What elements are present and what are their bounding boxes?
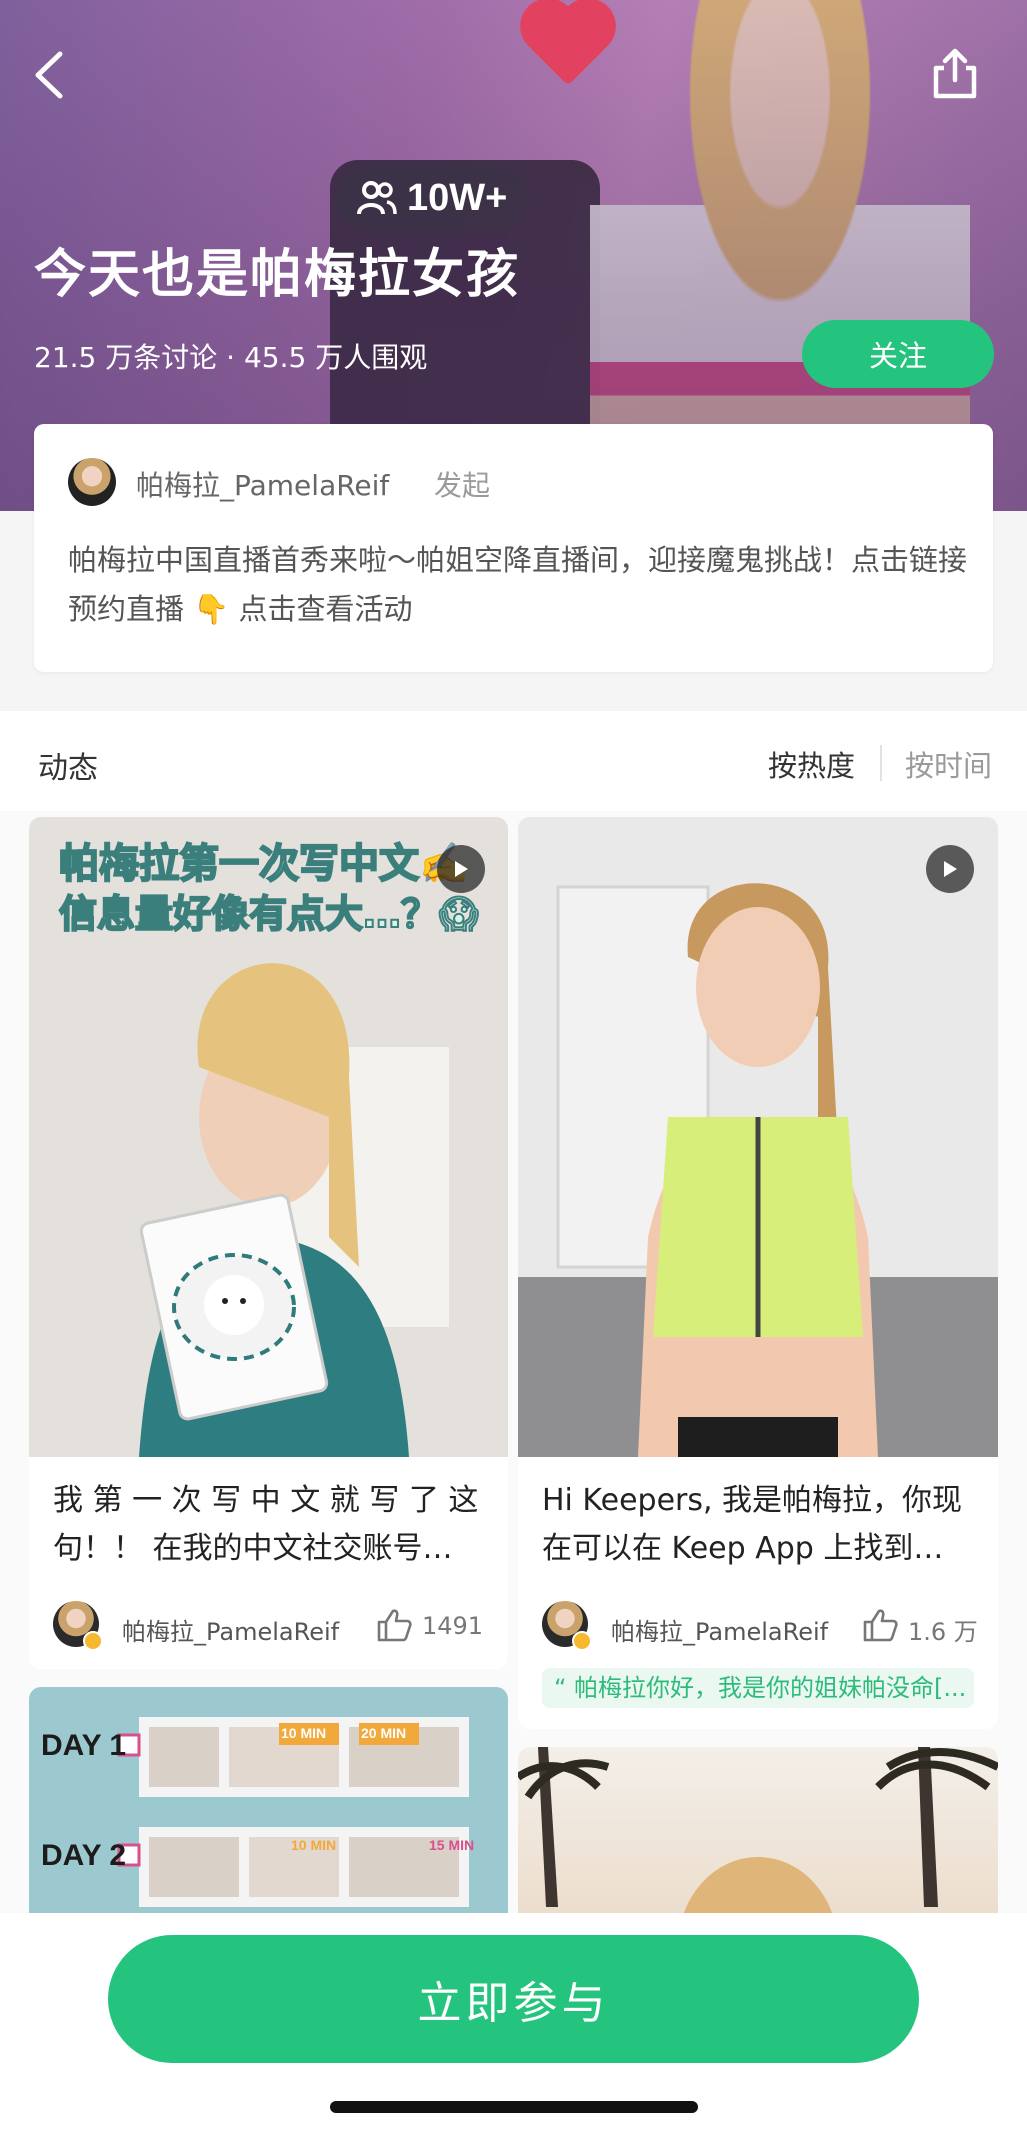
users-icon — [357, 181, 397, 215]
like-thumb-icon[interactable] — [376, 1608, 412, 1642]
avatar[interactable] — [542, 1601, 592, 1651]
post-author[interactable]: 帕梅拉_PamelaReif — [611, 1612, 828, 1647]
like-count: 1491 — [422, 1612, 484, 1640]
feed-card[interactable]: 帕梅拉第一次写中文✍️ 信息量好像有点大…？😱 我 第 一 次 写 中 文 就 … — [29, 817, 508, 1669]
feed-header: 动态 按热度 按时间 — [0, 711, 1027, 811]
top-comment-quote[interactable]: “ 帕梅拉你好，我是你的姐妹帕没命[... — [542, 1668, 974, 1708]
plan-duration-label: 15 MIN — [429, 1837, 475, 1853]
post-image-caption-line1: 帕梅拉第一次写中文✍️ — [58, 840, 470, 888]
follow-button[interactable]: 关注 — [802, 320, 994, 388]
play-icon — [437, 845, 485, 893]
sort-divider — [880, 745, 882, 781]
share-icon[interactable] — [930, 48, 980, 100]
post-title[interactable]: Hi Keepers, 我是帕梅拉，你现在可以在 Keep App 上找到… — [542, 1477, 982, 1573]
play-icon — [926, 845, 974, 893]
plan-duration-label: 10 MIN — [281, 1725, 327, 1741]
like-thumb-icon[interactable] — [862, 1608, 898, 1642]
verified-badge-icon — [83, 1631, 103, 1651]
topic-intro-card[interactable]: 帕梅拉_PamelaReif 发起 帕梅拉中国直播首秀来啦～帕姐空降直播间，迎接… — [34, 424, 993, 672]
heart-sticker-icon — [528, 6, 608, 86]
home-indicator — [330, 2101, 698, 2113]
hero-count-badge: 10W+ — [335, 165, 530, 231]
post-author[interactable]: 帕梅拉_PamelaReif — [122, 1612, 339, 1647]
back-arrow-icon[interactable] — [30, 50, 70, 100]
plan-duration-label: 20 MIN — [361, 1725, 407, 1741]
post-title[interactable]: 我 第 一 次 写 中 文 就 写 了 这 句！！ 在我的中文社交账号… — [53, 1477, 493, 1573]
avatar[interactable] — [53, 1601, 103, 1651]
feed-card[interactable]: Hi Keepers, 我是帕梅拉，你现在可以在 Keep App 上找到… 帕… — [518, 817, 998, 1729]
post-thumbnail — [518, 817, 998, 1457]
feed-label: 动态 — [38, 751, 98, 786]
join-now-button[interactable]: 立即参与 — [108, 1935, 919, 2063]
initiate-label: 发起 — [434, 469, 491, 502]
topic-stats: 21.5 万条讨论 · 45.5 万人围观 — [34, 341, 428, 374]
topic-title: 今天也是帕梅拉女孩 — [34, 245, 521, 305]
avatar[interactable] — [68, 458, 116, 506]
initiator-name[interactable]: 帕梅拉_PamelaReif — [136, 464, 389, 504]
sort-by-popularity-tab[interactable]: 按热度 — [768, 743, 855, 785]
plan-day-label: DAY 1 — [41, 1729, 127, 1762]
post-image-caption-line2: 信息量好像有点大…？😱 — [58, 891, 480, 937]
sort-by-time-tab[interactable]: 按时间 — [905, 743, 992, 785]
plan-duration-label: 10 MIN — [291, 1837, 337, 1853]
bottom-action-bar: 立即参与 — [0, 1913, 1027, 2130]
hero-count-text: 10W+ — [407, 176, 508, 219]
plan-day-label: DAY 2 — [41, 1839, 127, 1872]
like-count: 1.6 万 — [908, 1618, 978, 1646]
topic-description[interactable]: 帕梅拉中国直播首秀来啦～帕姐空降直播间，迎接魔鬼挑战！点击链接预约直播 👇 点击… — [68, 536, 968, 634]
verified-badge-icon — [572, 1631, 592, 1651]
